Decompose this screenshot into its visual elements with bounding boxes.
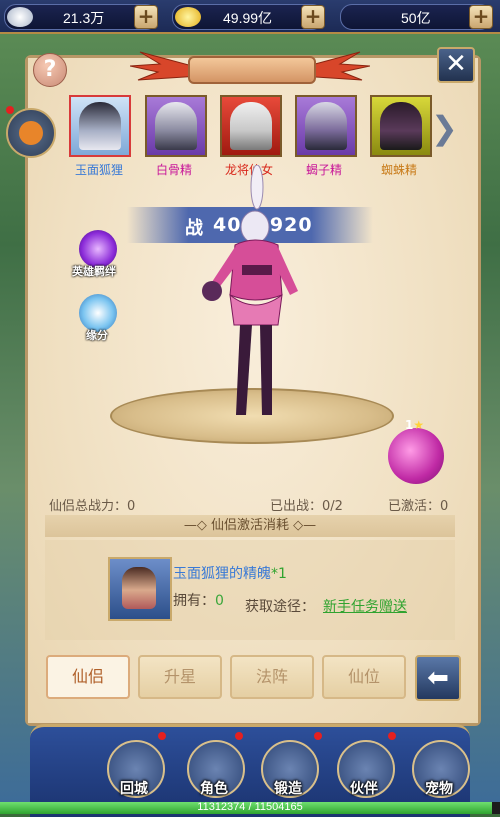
tab-rank[interactable]: 仙位 <box>322 655 406 699</box>
gold-value: 49.99亿 <box>223 10 273 26</box>
hero-portrait <box>305 102 347 150</box>
notification-dot <box>235 732 243 740</box>
notification-dot <box>158 732 166 740</box>
notification-dot <box>388 732 396 740</box>
hero-card-2[interactable] <box>220 95 282 157</box>
notification-dot <box>6 106 14 114</box>
star-up-orb[interactable] <box>388 428 444 484</box>
add-third-currency-button[interactable]: + <box>469 5 493 29</box>
notification-dot <box>314 732 322 740</box>
fox-spirit-character <box>202 165 298 415</box>
source-link[interactable]: 新手任务赠送 <box>323 596 407 616</box>
soul-item-name: 玉面狐狸的精魄*1 <box>173 566 287 582</box>
nav-home-label: 回城 <box>120 781 148 797</box>
third-currency-value: 50亿 <box>401 10 431 26</box>
add-silver-button[interactable]: + <box>134 5 158 29</box>
hero-portrait <box>230 102 272 150</box>
back-arrow-icon: ⬅ <box>427 663 449 693</box>
nav-forge-label: 锻造 <box>274 781 302 797</box>
fate-label: 缘分 <box>86 329 108 342</box>
gold-coin-icon <box>175 7 201 27</box>
nav-pet-label: 宠物 <box>425 781 453 797</box>
silver-value: 21.3万 <box>63 10 105 26</box>
activation-cost-title: —◇ 仙侣激活消耗 ◇— <box>45 515 455 537</box>
deployed-stat: 已出战：0/2 <box>270 499 343 514</box>
owned-count: 拥有：0 <box>173 593 224 609</box>
close-icon: ✕ <box>445 49 467 79</box>
hp-text: 11312374 / 11504165 <box>197 801 303 813</box>
close-button[interactable]: ✕ <box>437 47 475 83</box>
add-gold-button[interactable]: + <box>301 5 325 29</box>
back-button[interactable]: ⬅ <box>415 655 461 701</box>
hp-bar: 11312374 / 11504165 <box>0 801 500 814</box>
hero-name-4: 蜘蛛精 <box>380 163 417 177</box>
hero-name-0: 玉面狐狸 <box>74 163 123 177</box>
source-label: 获取途径： <box>245 599 315 615</box>
hero-card-0[interactable] <box>69 95 131 157</box>
tab-star-up[interactable]: 升星 <box>138 655 222 699</box>
activated-stat: 已激活：0 <box>388 499 449 514</box>
chevron-right-icon: ❯ <box>431 109 458 147</box>
star-icon: ★ <box>413 418 425 432</box>
hero-portrait <box>155 102 197 150</box>
hero-portrait <box>79 102 121 150</box>
nav-character-label: 角色 <box>200 781 228 797</box>
hero-portrait <box>380 102 422 150</box>
fox-icon <box>19 121 43 145</box>
next-heroes-arrow[interactable]: ❯ <box>431 108 458 148</box>
soul-item-icon[interactable] <box>108 557 172 621</box>
total-power-stat: 仙侣总战力：0 <box>49 499 136 514</box>
silver-coin-icon <box>7 7 33 27</box>
fox-portrait-icon <box>122 567 156 609</box>
tab-formation[interactable]: 法阵 <box>230 655 314 699</box>
nav-partner-label: 伙伴 <box>350 781 378 797</box>
hero-card-1[interactable] <box>145 95 207 157</box>
fox-event-button[interactable] <box>6 108 56 158</box>
tab-companion[interactable]: 仙侣 <box>46 655 130 699</box>
hero-bond-label: 英雄羁绊 <box>72 265 116 278</box>
activation-cost-box <box>45 540 455 640</box>
hero-card-3[interactable] <box>295 95 357 157</box>
header-ribbon <box>188 56 316 84</box>
hero-card-4[interactable] <box>370 95 432 157</box>
help-button[interactable]: ? <box>33 53 67 87</box>
resource-bar: 21.3万 + 49.99亿 + 50亿 + <box>0 0 500 34</box>
star-level: 1★ <box>405 418 425 432</box>
